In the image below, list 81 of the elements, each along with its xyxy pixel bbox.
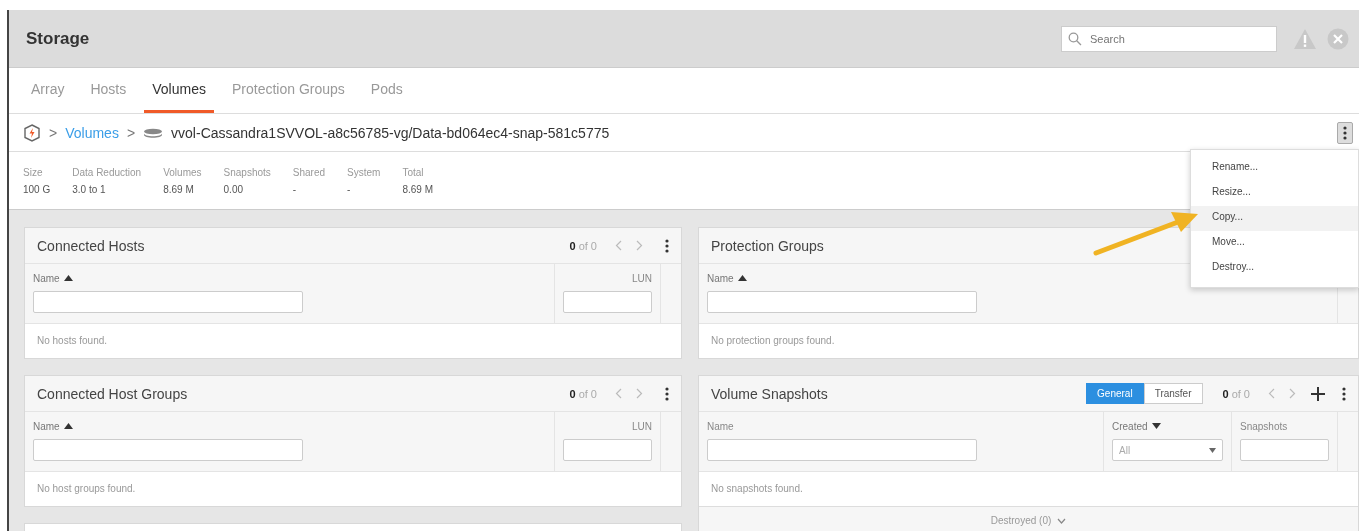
stat-value: 3.0 to 1 — [72, 183, 107, 195]
chevron-down-icon — [1057, 517, 1067, 524]
close-icon[interactable] — [1327, 27, 1349, 50]
menu-item[interactable]: Copy... — [1191, 206, 1358, 231]
stat-value: 8.69 M — [402, 183, 433, 195]
dropdown-caret-icon — [1209, 447, 1216, 453]
view-toggle-button[interactable]: General — [1086, 383, 1144, 404]
breadcrumb-separator: > — [126, 124, 136, 141]
tab[interactable]: Protection Groups — [223, 68, 353, 113]
stat-value: 100 G — [23, 183, 51, 195]
next-icon[interactable] — [636, 240, 643, 251]
volume-path: vvol-Cassandra1SVVOL-a8c56785-vg/Data-bd064ec4-snap-581c5775 — [171, 124, 610, 141]
filter-input[interactable] — [33, 439, 303, 461]
column-header[interactable]: Name — [33, 272, 60, 284]
menu-item[interactable]: Move... — [1191, 231, 1358, 256]
column-header[interactable]: Created — [1112, 420, 1148, 432]
filter-dropdown[interactable]: All — [1112, 439, 1223, 461]
menu-item[interactable]: Destroy... — [1191, 256, 1358, 281]
panel-title: Volume Snapshots — [711, 385, 828, 402]
empty-message: No protection groups found. — [710, 334, 836, 348]
next-icon[interactable] — [1289, 388, 1296, 399]
next-icon[interactable] — [636, 388, 643, 399]
filter-input[interactable] — [1240, 439, 1329, 461]
column-header[interactable]: LUN — [632, 420, 652, 432]
stat-value: 8.69 M — [163, 183, 195, 195]
tab[interactable]: Pods — [362, 68, 411, 113]
count-total: of 0 — [1231, 387, 1250, 400]
previous-icon[interactable] — [615, 388, 622, 399]
kebab-icon — [1343, 125, 1347, 140]
stat-label: Snapshots — [223, 166, 271, 178]
column-header[interactable]: Name — [707, 272, 734, 284]
tab[interactable]: Hosts — [82, 68, 135, 113]
tab[interactable]: Array — [23, 68, 73, 113]
column-header[interactable]: LUN — [632, 272, 652, 284]
filter-input[interactable] — [33, 291, 303, 313]
disk-icon — [143, 127, 164, 138]
stat-label: Volumes — [163, 166, 202, 178]
count-number: 0 — [569, 239, 576, 252]
stat-label: Data Reduction — [72, 166, 142, 178]
empty-message: No hosts found. — [36, 334, 109, 348]
breadcrumb-link[interactable]: Volumes — [65, 124, 119, 141]
menu-item[interactable]: Rename... — [1191, 156, 1358, 181]
menu-item[interactable]: Resize... — [1191, 181, 1358, 206]
breadcrumb-separator: > — [49, 124, 58, 141]
panel-title: Connected Hosts — [37, 237, 145, 254]
shield-icon[interactable] — [23, 123, 41, 142]
stat-label: Shared — [292, 166, 326, 178]
count-number: 0 — [1222, 387, 1229, 400]
stat-value: 0.00 — [223, 183, 244, 195]
panel-title: Protection Groups — [711, 237, 824, 254]
count-total: of 0 — [578, 387, 597, 400]
stat-label: System — [347, 166, 381, 178]
column-header[interactable]: Snapshots — [1240, 420, 1288, 432]
kebab-icon[interactable] — [665, 386, 669, 401]
kebab-icon[interactable] — [1342, 386, 1346, 401]
add-icon[interactable] — [1310, 385, 1326, 402]
kebab-icon[interactable] — [665, 238, 669, 253]
previous-icon[interactable] — [615, 240, 622, 251]
filter-input[interactable] — [563, 439, 652, 461]
warning-icon[interactable] — [1293, 27, 1317, 50]
stat-value: - — [292, 183, 298, 195]
more-button[interactable] — [1337, 121, 1353, 144]
panel-title: Connected Host Groups — [37, 385, 188, 402]
filter-input[interactable] — [707, 439, 977, 461]
empty-message: No host groups found. — [36, 482, 137, 496]
destroyed-toggle[interactable]: Destroyed (0) — [990, 515, 1052, 526]
search-icon — [1068, 31, 1082, 46]
filter-input[interactable] — [707, 291, 977, 313]
count-total: of 0 — [578, 239, 597, 252]
view-toggle-button[interactable]: Transfer — [1143, 383, 1203, 404]
column-header[interactable]: Name — [33, 420, 60, 432]
filter-input[interactable] — [563, 291, 652, 313]
stat-value: - — [347, 183, 352, 195]
empty-message: No snapshots found. — [710, 482, 804, 496]
search-field[interactable]: Search — [1061, 25, 1277, 52]
previous-icon[interactable] — [1268, 388, 1275, 399]
count-number: 0 — [569, 387, 576, 400]
column-header[interactable]: Name — [707, 420, 734, 432]
page-title: Storage — [26, 28, 90, 49]
stat-label: Total — [402, 166, 425, 178]
stat-label: Size — [23, 166, 44, 178]
